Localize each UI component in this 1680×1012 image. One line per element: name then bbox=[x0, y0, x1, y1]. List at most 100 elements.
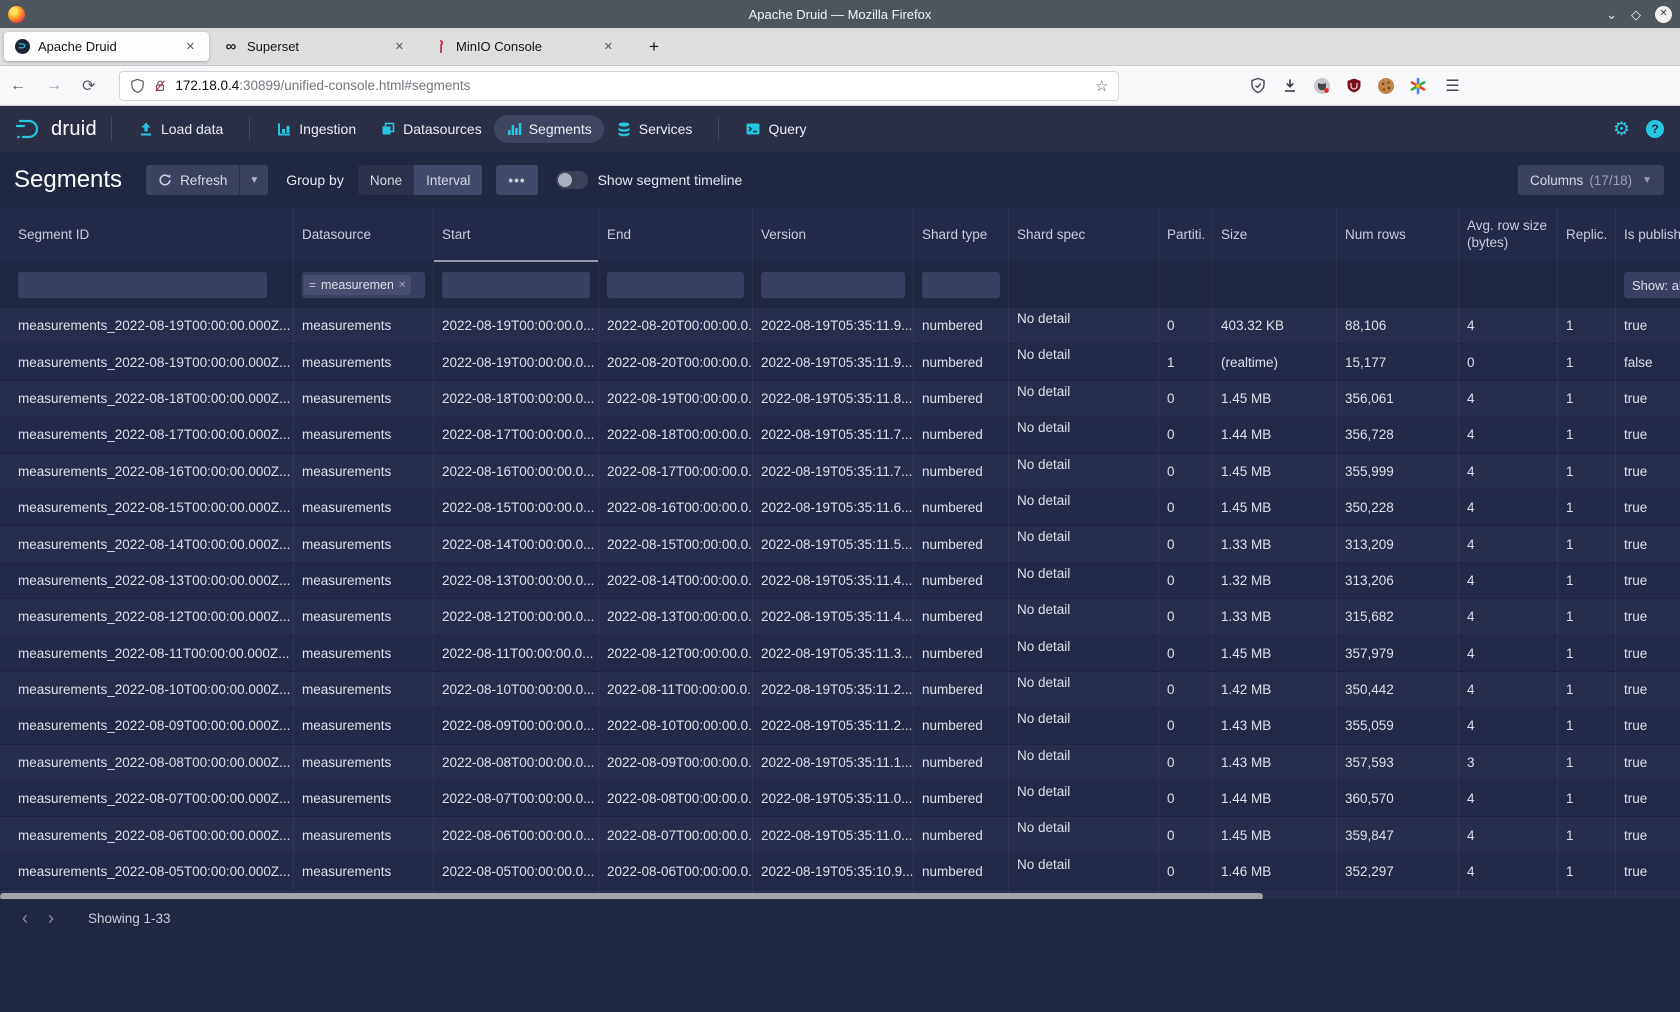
permissions-shield-icon[interactable] bbox=[130, 78, 145, 94]
cell-start[interactable]: 2022-08-08T00:00:00.0... bbox=[434, 745, 599, 780]
cell-avg-row-size[interactable]: 4 bbox=[1459, 563, 1558, 598]
nav-item-query[interactable]: Query bbox=[733, 115, 818, 143]
cell-datasource[interactable]: measurements bbox=[294, 708, 434, 743]
back-icon[interactable]: ← bbox=[0, 73, 36, 99]
cell-is-published[interactable]: true bbox=[1616, 526, 1680, 561]
cell-datasource[interactable]: measurements bbox=[294, 745, 434, 780]
cell-is-published[interactable]: true bbox=[1616, 817, 1680, 852]
column-header-start[interactable]: Start bbox=[434, 208, 599, 262]
cell-replicas[interactable]: 1 bbox=[1558, 708, 1616, 743]
cell-shard-type[interactable]: numbered bbox=[914, 417, 1009, 452]
cell-is-published[interactable]: true bbox=[1616, 672, 1680, 707]
cookie-icon[interactable] bbox=[1377, 77, 1395, 95]
timeline-toggle[interactable] bbox=[556, 171, 588, 189]
cell-shard-spec[interactable]: No detail bbox=[1009, 490, 1159, 525]
cell-version[interactable]: 2022-08-19T05:35:11.4... bbox=[753, 599, 914, 634]
cell-segment-id[interactable]: measurements_2022-08-05T00:00:00.000Z... bbox=[0, 854, 294, 889]
cell-datasource[interactable]: measurements bbox=[294, 854, 434, 889]
cell-shard-type[interactable]: numbered bbox=[914, 526, 1009, 561]
previous-page-icon[interactable]: ‹ bbox=[14, 909, 36, 927]
cell-shard-type[interactable]: numbered bbox=[914, 854, 1009, 889]
column-header-end[interactable]: End bbox=[599, 208, 753, 262]
ublock-origin-icon[interactable] bbox=[1345, 77, 1363, 95]
cell-avg-row-size[interactable]: 4 bbox=[1459, 890, 1558, 899]
cell-shard-spec[interactable]: No detail bbox=[1009, 708, 1159, 743]
settings-gear-icon[interactable]: ⚙ bbox=[1613, 118, 1630, 141]
columns-button[interactable]: Columns (17/18) ▼ bbox=[1518, 165, 1664, 195]
cell-size[interactable]: 1.32 MB bbox=[1213, 563, 1337, 598]
refresh-button[interactable]: Refresh bbox=[146, 165, 239, 195]
cell-shard-spec[interactable]: No detail bbox=[1009, 381, 1159, 416]
cell-segment-id[interactable]: measurements_2022-08-09T00:00:00.000Z... bbox=[0, 708, 294, 743]
cell-datasource[interactable]: measurements bbox=[294, 381, 434, 416]
group-by-none-button[interactable]: None bbox=[358, 165, 414, 195]
tab-superset[interactable]: ∞ Superset ✕ bbox=[213, 32, 418, 61]
cell-size[interactable]: 1.42 MB bbox=[1213, 672, 1337, 707]
cell-partition[interactable]: 0 bbox=[1159, 817, 1213, 852]
cell-is-published[interactable]: true bbox=[1616, 381, 1680, 416]
cell-num-rows[interactable]: 359,847 bbox=[1337, 817, 1459, 852]
cell-segment-id[interactable]: measurements_2022-08-08T00:00:00.000Z... bbox=[0, 745, 294, 780]
cell-replicas[interactable]: 1 bbox=[1558, 563, 1616, 598]
cell-shard-spec[interactable]: No detail bbox=[1009, 854, 1159, 889]
cell-avg-row-size[interactable]: 4 bbox=[1459, 672, 1558, 707]
cell-partition[interactable]: 0 bbox=[1159, 745, 1213, 780]
cell-datasource[interactable]: measurements bbox=[294, 490, 434, 525]
cell-size[interactable]: 1.44 MB bbox=[1213, 417, 1337, 452]
column-header-is-published[interactable]: Is published bbox=[1616, 208, 1680, 262]
cell-avg-row-size[interactable]: 4 bbox=[1459, 490, 1558, 525]
cell-shard-spec[interactable]: No detail bbox=[1009, 745, 1159, 780]
cell-shard-spec[interactable]: No detail bbox=[1009, 672, 1159, 707]
cell-segment-id[interactable]: measurements_2022-08-15T00:00:00.000Z... bbox=[0, 490, 294, 525]
cell-num-rows[interactable]: 360,570 bbox=[1337, 781, 1459, 816]
cell-is-published[interactable]: true bbox=[1616, 308, 1680, 343]
cell-shard-type[interactable]: numbered bbox=[914, 599, 1009, 634]
cell-size[interactable]: 1.45 MB bbox=[1213, 817, 1337, 852]
cell-partition[interactable]: 0 bbox=[1159, 490, 1213, 525]
cell-is-published[interactable]: true bbox=[1616, 599, 1680, 634]
cell-is-published[interactable]: true bbox=[1616, 490, 1680, 525]
cell-shard-type[interactable]: numbered bbox=[914, 381, 1009, 416]
cell-num-rows[interactable]: 350,442 bbox=[1337, 672, 1459, 707]
cell-is-published[interactable]: true bbox=[1616, 781, 1680, 816]
cell-is-published[interactable]: true bbox=[1616, 417, 1680, 452]
cell-is-published[interactable]: true bbox=[1616, 854, 1680, 889]
column-header-segment-id[interactable]: Segment ID bbox=[0, 208, 294, 262]
cell-avg-row-size[interactable]: 4 bbox=[1459, 781, 1558, 816]
cell-end[interactable]: 2022-08-12T00:00:00.0... bbox=[599, 636, 753, 671]
column-header-version[interactable]: Version bbox=[753, 208, 914, 262]
cell-end[interactable]: 2022-08-20T00:00:00.0... bbox=[599, 344, 753, 379]
cell-shard-spec[interactable]: No detail bbox=[1009, 599, 1159, 634]
cell-version[interactable]: 2022-08-19T05:35:10.9... bbox=[753, 854, 914, 889]
cell-start[interactable]: 2022-08-15T00:00:00.0... bbox=[434, 490, 599, 525]
cell-datasource[interactable]: measurements bbox=[294, 526, 434, 561]
cell-partition[interactable]: 0 bbox=[1159, 636, 1213, 671]
cell-size[interactable]: 1.45 MB bbox=[1213, 381, 1337, 416]
cell-start[interactable]: 2022-08-11T00:00:00.0... bbox=[434, 636, 599, 671]
cell-shard-spec[interactable]: No detail bbox=[1009, 817, 1159, 852]
cell-version[interactable]: 2022-08-19T05:35:11.8... bbox=[753, 381, 914, 416]
cell-shard-type[interactable]: numbered bbox=[914, 563, 1009, 598]
cell-shard-spec[interactable]: No detail bbox=[1009, 308, 1159, 343]
cell-size[interactable]: 1.44 MB bbox=[1213, 781, 1337, 816]
is-published-filter-button[interactable]: Show: all bbox=[1624, 272, 1680, 298]
cell-shard-type[interactable]: numbered bbox=[914, 781, 1009, 816]
cell-replicas[interactable]: 1 bbox=[1558, 854, 1616, 889]
column-header-replicas[interactable]: Replic... bbox=[1558, 208, 1616, 262]
cell-num-rows[interactable]: 355,059 bbox=[1337, 708, 1459, 743]
maximize-icon[interactable]: ◇ bbox=[1631, 8, 1641, 21]
forward-icon[interactable]: → bbox=[36, 73, 72, 99]
cell-version[interactable]: 2022-08-19T05:35:11.3... bbox=[753, 636, 914, 671]
cell-partition[interactable]: 0 bbox=[1159, 526, 1213, 561]
cell-segment-id[interactable]: measurements_2022-08-16T00:00:00.000Z... bbox=[0, 454, 294, 489]
cell-segment-id[interactable]: measurements_2022-08-11T00:00:00.000Z... bbox=[0, 636, 294, 671]
cell-segment-id[interactable]: measurements_2022-08-12T00:00:00.000Z... bbox=[0, 599, 294, 634]
start-filter-input[interactable] bbox=[442, 272, 590, 298]
containers-mask-icon[interactable] bbox=[1313, 77, 1331, 95]
cell-datasource[interactable]: measurements bbox=[294, 417, 434, 452]
extension-asterisk-icon[interactable] bbox=[1409, 77, 1427, 95]
cell-replicas[interactable]: 1 bbox=[1558, 381, 1616, 416]
cell-avg-row-size[interactable]: 4 bbox=[1459, 526, 1558, 561]
cell-replicas[interactable]: 1 bbox=[1558, 344, 1616, 379]
cell-avg-row-size[interactable]: 4 bbox=[1459, 599, 1558, 634]
